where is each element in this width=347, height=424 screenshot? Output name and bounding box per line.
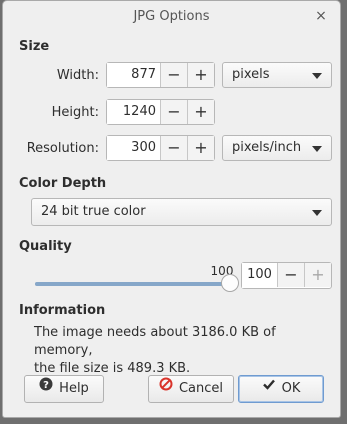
resolution-label: Resolution:	[26, 141, 99, 156]
chevron-down-icon	[312, 73, 322, 79]
resolution-spinbox: 300 − +	[106, 135, 215, 161]
width-increment-button[interactable]: +	[187, 63, 214, 87]
quality-slider-track[interactable]	[35, 282, 231, 286]
help-icon: ?	[39, 375, 53, 401]
quality-increment-button[interactable]: +	[304, 263, 331, 287]
size-heading: Size	[19, 39, 50, 54]
dialog-title: JPG Options	[133, 9, 210, 24]
cancel-icon	[159, 375, 173, 401]
resolution-increment-button[interactable]: +	[187, 136, 214, 160]
svg-text:?: ?	[43, 380, 49, 391]
quality-spinbox: 100 − +	[241, 262, 332, 289]
height-decrement-button[interactable]: −	[160, 100, 187, 124]
width-spinbox: 877 − +	[106, 62, 215, 88]
quality-slider-fill	[35, 282, 231, 286]
color-depth-select[interactable]: 24 bit true color	[31, 198, 332, 226]
quality-decrement-button[interactable]: −	[277, 263, 304, 287]
width-input[interactable]: 877	[107, 63, 160, 87]
information-line-memory: The image needs about 3186.0 KB of memor…	[34, 325, 276, 358]
width-unit-value: pixels	[232, 67, 270, 82]
checkmark-icon	[262, 375, 276, 401]
color-depth-heading: Color Depth	[19, 176, 107, 191]
quality-slider-handle[interactable]	[221, 274, 239, 292]
resolution-decrement-button[interactable]: −	[160, 136, 187, 160]
chevron-down-icon	[312, 146, 322, 152]
information-heading: Information	[19, 303, 106, 318]
color-depth-value: 24 bit true color	[41, 204, 146, 219]
resolution-input[interactable]: 300	[107, 136, 160, 160]
width-decrement-button[interactable]: −	[160, 63, 187, 87]
information-text: The image needs about 3186.0 KB of memor…	[34, 324, 334, 378]
resolution-unit-value: pixels/inch	[232, 140, 302, 155]
height-label: Height:	[51, 105, 99, 120]
ok-button[interactable]: OK	[238, 375, 324, 403]
ok-button-label: OK	[281, 381, 301, 396]
resolution-unit-select[interactable]: pixels/inch	[222, 135, 332, 161]
height-spinbox: 1240 − +	[106, 99, 215, 125]
help-button-label: Help	[59, 381, 89, 396]
jpg-options-dialog: JPG Options × Size Width: 877 − + pixels…	[2, 0, 341, 418]
quality-heading: Quality	[19, 239, 72, 254]
close-icon[interactable]: ×	[314, 9, 328, 23]
quality-input[interactable]: 100	[242, 263, 277, 288]
width-unit-select[interactable]: pixels	[222, 62, 332, 88]
height-input[interactable]: 1240	[107, 100, 160, 124]
chevron-down-icon	[312, 210, 322, 216]
width-label: Width:	[56, 68, 99, 83]
cancel-button-label: Cancel	[178, 381, 224, 396]
help-button[interactable]: ? Help	[24, 375, 104, 403]
height-increment-button[interactable]: +	[187, 100, 214, 124]
cancel-button[interactable]: Cancel	[148, 375, 234, 403]
